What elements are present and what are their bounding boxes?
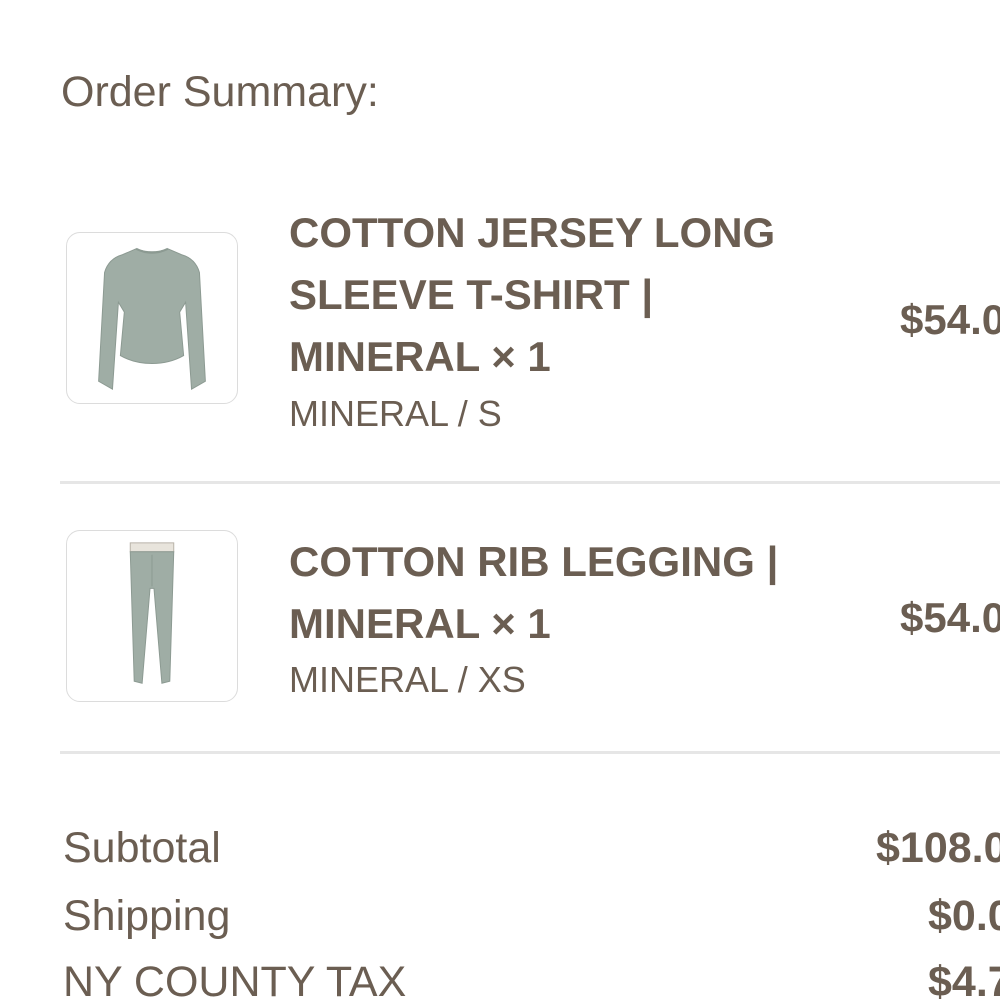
legging-icon [129,542,175,684]
product-variant: MINERAL / S [289,393,502,434]
shipping-value: $0.00 [928,892,1000,940]
shipping-row: Shipping $0.00 [0,890,1000,950]
shipping-label: Shipping [63,892,231,940]
product-thumbnail[interactable] [66,530,238,702]
subtotal-value: $108.00 [876,824,1000,872]
tax-row: NY COUNTY TAX $4.79 [0,956,1000,1000]
divider [60,481,1000,484]
product-thumbnail[interactable] [66,232,238,404]
long-sleeve-shirt-icon [98,247,206,390]
tax-value: $4.79 [928,958,1000,1000]
divider [60,751,1000,754]
product-title[interactable]: COTTON JERSEY LONG SLEEVE T-SHIRT | MINE… [289,202,809,388]
line-item[interactable]: COTTON JERSEY LONG SLEEVE T-SHIRT | MINE… [0,200,1000,450]
product-title[interactable]: COTTON RIB LEGGING | MINERAL × 1 [289,531,809,655]
subtotal-row: Subtotal $108.00 [0,822,1000,882]
product-price: $54.00 [900,296,1000,343]
line-item[interactable]: COTTON RIB LEGGING | MINERAL × 1 MINERAL… [0,530,1000,720]
product-price: $54.00 [900,594,1000,641]
subtotal-label: Subtotal [63,824,221,872]
product-variant: MINERAL / XS [289,659,526,700]
order-summary-heading: Order Summary: [61,68,379,116]
tax-label: NY COUNTY TAX [63,958,407,1000]
